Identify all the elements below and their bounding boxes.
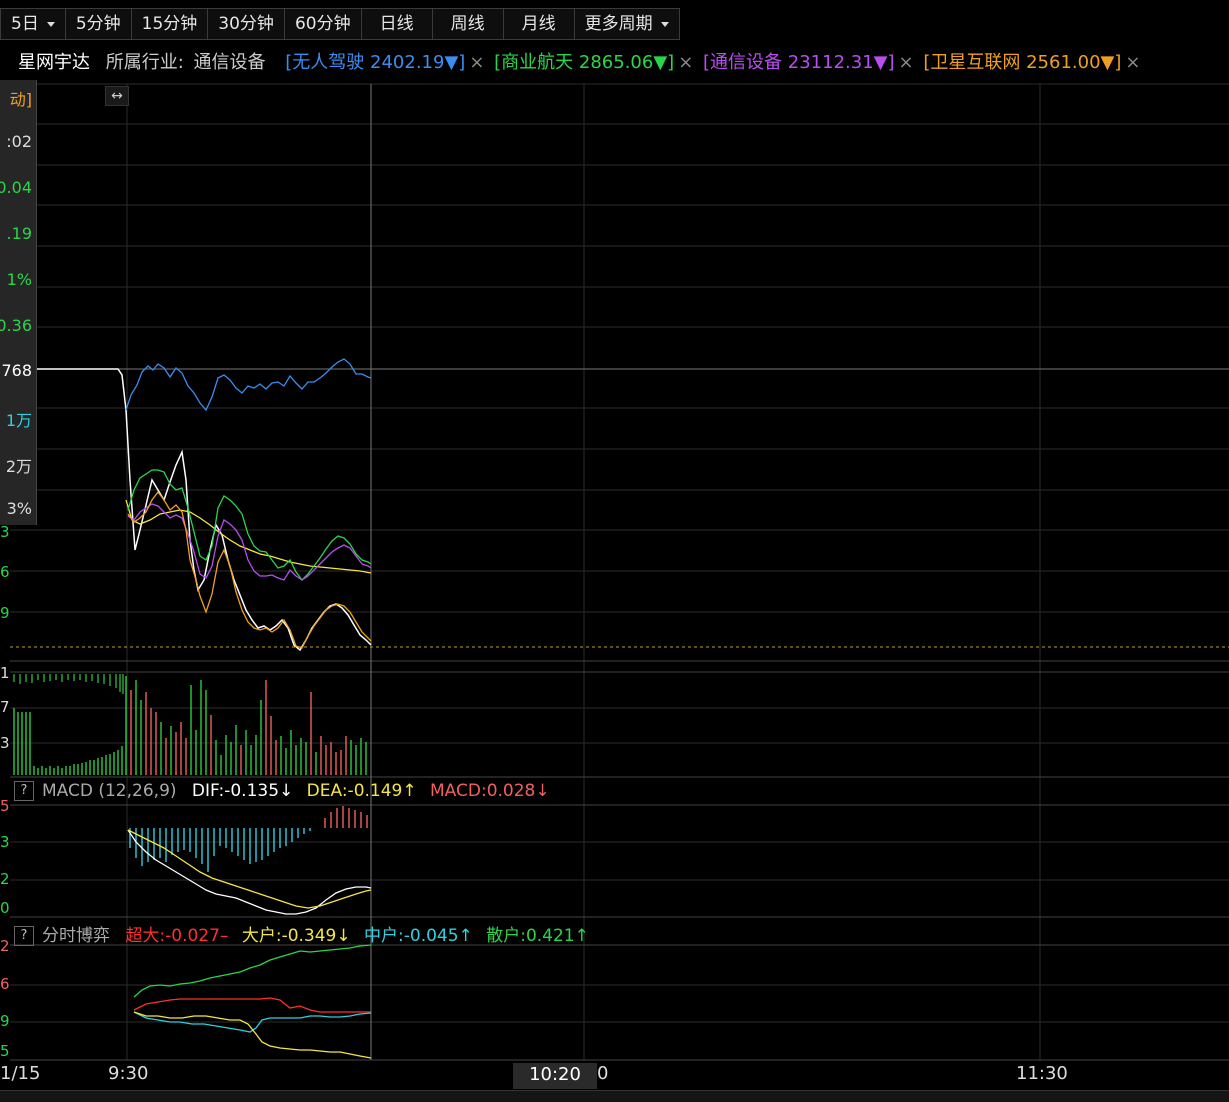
- flow-large-line: [133, 1011, 372, 1059]
- time-axis-date: 1/15: [0, 1063, 41, 1084]
- panel-value: 768: [1, 361, 32, 380]
- flow-super-line: [133, 997, 371, 1013]
- macd-axis-label: 5: [0, 797, 10, 815]
- sector-line-satellite: [127, 490, 372, 649]
- panel-time: :02: [6, 132, 32, 151]
- flow-large: 大户:-0.349↓: [241, 926, 351, 946]
- flow-retail: 散户:0.421↑: [486, 926, 589, 946]
- flow-header: ? 分时博弈 超大:-0.027– 大户:-0.349↓ 中户:-0.045↑ 散…: [14, 921, 589, 946]
- flow-super: 超大:-0.027–: [125, 926, 229, 946]
- expand-arrows-icon[interactable]: ↔: [105, 86, 129, 106]
- flow-label[interactable]: 分时博弈: [42, 926, 110, 946]
- macd-value: MACD:0.028↓: [430, 781, 550, 801]
- bottom-status-strip: [0, 1090, 1229, 1102]
- time-axis-label: 0: [597, 1063, 609, 1084]
- panel-turnover: 3%: [6, 499, 32, 518]
- flow-axis-label: 6: [0, 975, 10, 993]
- macd-axis-label: 2: [0, 870, 10, 888]
- flow-axis-label: 5: [0, 1042, 10, 1060]
- price-line-preopen: [36, 368, 127, 411]
- panel-price: 0.04: [0, 178, 32, 197]
- volume-axis-label: 1: [0, 664, 10, 682]
- macd-histogram: [129, 806, 368, 872]
- macd-axis-label: 0: [0, 899, 10, 917]
- volume-bars-preopen: [13, 676, 127, 775]
- price-axis-label: 9: [0, 604, 10, 622]
- crosshair-info-panel: 动] :02 0.04 .19 1% 0.36 768 1万 2万 3%: [0, 80, 37, 525]
- help-icon[interactable]: ?: [14, 926, 34, 946]
- macd-dif: DIF:-0.135↓: [191, 781, 294, 801]
- time-axis-label: 9:30: [108, 1063, 149, 1084]
- price-axis-label: 6: [0, 563, 10, 581]
- sector-line-driverless: [125, 358, 372, 412]
- volume-bars-session: [130, 680, 367, 775]
- help-icon[interactable]: ?: [14, 781, 34, 801]
- panel-volume: 1万: [5, 411, 32, 430]
- flow-retail-line: [133, 944, 372, 998]
- price-axis-label: 3: [0, 523, 10, 541]
- panel-percent: 1%: [6, 270, 32, 289]
- volume-axis-label: 3: [0, 734, 10, 752]
- macd-header: ? MACD (12,26,9) DIF:-0.135↓ DEA:-0.149↑ …: [14, 781, 550, 801]
- flow-axis-label: 9: [0, 1012, 10, 1030]
- panel-amount: 2万: [5, 457, 32, 476]
- panel-change: .19: [6, 224, 32, 243]
- time-axis: 1/15 9:30 10:20 0 11:30: [0, 1063, 1229, 1089]
- time-axis-label: 11:30: [1016, 1063, 1068, 1084]
- panel-avg: 0.36: [0, 316, 32, 335]
- volume-bars-topstrip: [13, 674, 124, 694]
- flow-medium: 中户:-0.045↑: [364, 926, 473, 946]
- panel-text: 动]: [9, 90, 32, 109]
- volume-axis-label: 7: [0, 698, 10, 716]
- crosshair-time-label: 10:20: [513, 1063, 597, 1089]
- flow-axis-label: 2: [0, 937, 10, 955]
- macd-axis-label: 3: [0, 833, 10, 851]
- macd-label[interactable]: MACD (12,26,9): [42, 781, 177, 801]
- macd-dea: DEA:-0.149↑: [306, 781, 417, 801]
